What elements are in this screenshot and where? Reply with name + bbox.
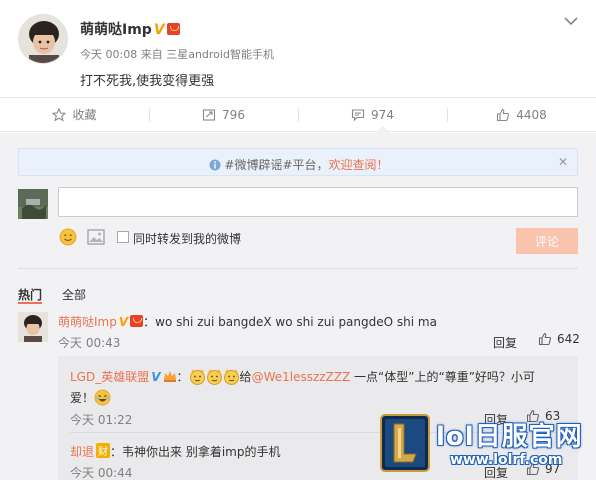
comment-line: 萌萌哒Imp V ：wo shi zui bangdeX wo shi zui pa… [58,313,437,330]
smile-icon[interactable] [59,228,77,246]
author-avatar[interactable] [18,14,68,64]
comment-count: 974 [371,107,394,122]
notice-prefix[interactable]: #微博辟谣#平台， [224,158,328,172]
crown-icon [163,371,176,382]
vip-icon [166,23,180,35]
comment-author[interactable]: 萌萌哒Imp [58,315,117,329]
cat-face-icon [189,369,205,385]
info-icon [209,159,221,171]
member-badge: 财 [96,443,111,458]
reply-sep: ： [176,370,189,384]
repost-checkbox[interactable] [117,231,129,243]
repost-count: 796 [222,107,245,122]
reply-author[interactable]: LGD_英雄联盟 [70,370,149,384]
image-icon[interactable] [87,229,105,245]
lol-logo-icon [380,414,430,472]
post-meta: 今天 00:08 来自 三星android智能手机 [80,46,274,62]
reply-text: 一点“体型”上的“尊重”好吗？小可 [350,370,535,384]
tab-all[interactable]: 全部 [62,286,86,303]
cat-face-icon [223,369,239,385]
favorite-button[interactable]: 收藏 [0,98,149,131]
comment-text: ：wo shi zui bangdeX wo shi zui pangdeO s… [143,315,437,329]
favorite-label: 收藏 [72,108,97,122]
reply-mention[interactable]: @We1lesszzZZZ [252,370,351,384]
post-author-name[interactable]: 萌萌哒Imp [80,22,152,38]
verified-badge: V [151,370,161,384]
notice-bar: #微博辟谣#平台，欢迎查阅！ [18,148,578,176]
active-tab-indicator [18,302,42,304]
like-button[interactable]: 4408 [447,98,596,131]
reply-line-2: 爱！ [70,389,111,406]
comment-like-button[interactable]: 642 [538,332,580,346]
notice-link[interactable]: 欢迎查阅！ [329,158,389,172]
my-avatar[interactable] [18,189,48,219]
tab-hot[interactable]: 热门 [18,286,42,303]
post-source[interactable]: 三星android智能手机 [166,48,274,61]
comment-input[interactable] [58,187,578,217]
repost-checkbox-label[interactable]: 同时转发到我的微博 [133,230,241,247]
reply-button[interactable]: 回复 [493,334,517,351]
action-bar: 收藏 796 974 4408 [0,97,596,132]
star-icon [52,107,67,122]
reply-line: 却退财：韦神你出来 别拿着imp的手机 [70,443,280,460]
cat-face-icon [206,369,222,385]
source-prefix: 来自 [140,48,163,61]
post-author[interactable]: 萌萌哒Imp V [80,19,180,39]
reply-time: 今天 00:44 [70,466,133,480]
post-text: 打不死我,使我变得更强 [80,74,215,89]
reply-line: LGD_英雄联盟 V ： 给@We1lesszzZZZ 一点“体型”上的“尊重”好吗？… [70,368,535,385]
reply-text: ：韦神你出来 别拿着imp的手机 [110,445,281,459]
repost-icon [202,108,216,121]
reply-author[interactable]: 却退 [70,445,94,459]
close-icon[interactable]: ✕ [558,155,568,169]
thumb-up-icon [497,108,510,121]
post-time[interactable]: 今天 00:08 [80,48,137,61]
reply-time: 今天 01:22 [70,413,133,427]
comment-time: 今天 00:43 [58,336,121,350]
watermark-url: www.lolrf.com [450,452,563,468]
watermark-title: lol日服官网 [436,422,583,452]
notice-text: #微博辟谣#平台，欢迎查阅！ [19,156,579,173]
reply-text-line2: 爱！ [70,391,95,405]
comment-avatar[interactable] [18,312,48,342]
comment-icon [351,108,365,121]
reply-text-prefix: 给 [239,370,252,384]
laugh-icon [94,389,111,406]
submit-comment-button[interactable]: 评论 [516,228,578,254]
vip-icon [130,315,144,327]
comment-like-count: 642 [557,332,580,346]
comment-pointer [376,127,390,134]
verified-badge: V [118,315,129,329]
like-count: 4408 [516,107,547,122]
chevron-down-icon[interactable] [563,14,579,28]
divider [18,268,578,269]
verified-badge: V [153,22,165,38]
comment-button[interactable]: 974 [298,98,447,131]
thumb-up-icon [538,332,552,346]
repost-button[interactable]: 796 [149,98,298,131]
